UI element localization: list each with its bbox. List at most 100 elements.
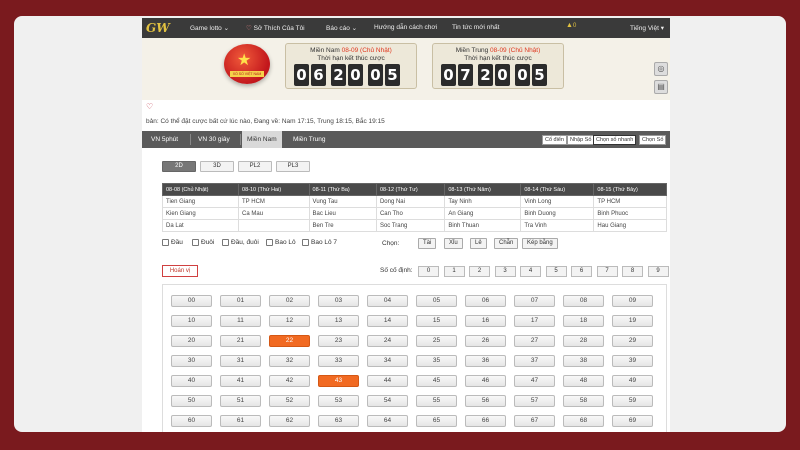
number-button[interactable]: 30 [171,355,212,367]
game-type-3d[interactable]: 3D [200,161,234,172]
so-co-dinh-button[interactable]: 7 [596,266,618,277]
number-button[interactable]: 61 [220,415,261,427]
nav-reports[interactable]: Báo cáo ⌄ [326,24,357,32]
number-button[interactable]: 09 [612,295,653,307]
logo[interactable]: GW [146,21,178,35]
number-button[interactable]: 49 [612,375,653,387]
option-dau-duoi[interactable]: Đầu, đuôi [222,239,259,246]
globe-icon[interactable]: ◎ [654,62,668,76]
number-button[interactable]: 06 [465,295,506,307]
number-button[interactable]: 28 [563,335,604,347]
number-button[interactable]: 18 [563,315,604,327]
number-button[interactable]: 44 [367,375,408,387]
number-button[interactable]: 36 [465,355,506,367]
checkbox[interactable] [162,239,169,246]
checkbox[interactable] [192,239,199,246]
chon-tai-button[interactable]: Tài [418,238,437,249]
favorite-heart-icon[interactable]: ♡ [146,102,153,111]
number-button[interactable]: 15 [416,315,457,327]
so-co-dinh-button[interactable]: 5 [545,266,567,277]
classic-mode-button[interactable]: Cổ điển [542,135,567,145]
number-button[interactable]: 05 [416,295,457,307]
nav-news[interactable]: Tin tức mới nhất [452,24,499,31]
tab-mien-trung[interactable]: Miền Trung [288,131,331,148]
number-button[interactable]: 04 [367,295,408,307]
number-button[interactable]: 48 [563,375,604,387]
chon-le-button[interactable]: Lẻ [470,238,487,249]
number-button[interactable]: 25 [416,335,457,347]
checkbox[interactable] [302,239,309,246]
so-co-dinh-button[interactable]: 0 [418,266,439,277]
nav-game-lotto[interactable]: Game lotto ⌄ [190,24,229,32]
number-button[interactable]: 54 [367,395,408,407]
number-button[interactable]: 50 [171,395,212,407]
number-button[interactable]: 00 [171,295,212,307]
number-button[interactable]: 21 [220,335,261,347]
number-button[interactable]: 24 [367,335,408,347]
number-button[interactable]: 32 [269,355,310,367]
number-button[interactable]: 12 [269,315,310,327]
so-co-dinh-button[interactable]: 4 [520,266,541,277]
chon-xiu-button[interactable]: Xỉu [444,238,463,249]
bell-icon[interactable]: ▲0 [566,22,576,29]
chon-kep-bang-button[interactable]: Kép bằng [522,238,558,249]
number-button[interactable]: 62 [269,415,310,427]
number-button[interactable]: 59 [612,395,653,407]
number-button[interactable]: 01 [220,295,261,307]
number-button[interactable]: 10 [171,315,212,327]
number-button[interactable]: 38 [563,355,604,367]
chon-chan-button[interactable]: Chẵn [494,238,519,249]
number-button[interactable]: 13 [318,315,359,327]
number-button[interactable]: 56 [465,395,506,407]
number-button[interactable]: 39 [612,355,653,367]
number-button[interactable]: 17 [514,315,555,327]
number-button[interactable]: 43 [318,375,359,387]
number-button[interactable]: 58 [563,395,604,407]
option-duoi[interactable]: Đuôi [192,239,214,246]
number-button[interactable]: 29 [612,335,653,347]
option-bao-lo[interactable]: Bao Lô [266,239,296,246]
number-button[interactable]: 23 [318,335,359,347]
number-button[interactable]: 63 [318,415,359,427]
number-button[interactable]: 16 [465,315,506,327]
so-co-dinh-button[interactable]: 1 [443,266,465,277]
number-button[interactable]: 20 [171,335,212,347]
choose-number-button[interactable]: Chọn Số [639,135,667,145]
number-button[interactable]: 45 [416,375,457,387]
number-button[interactable]: 22 [269,335,310,347]
tab-mien-nam[interactable]: Miền Nam [242,131,282,148]
enter-number-button[interactable]: Nhập Số [567,135,595,145]
document-icon[interactable]: ▤ [654,80,668,94]
number-button[interactable]: 33 [318,355,359,367]
number-button[interactable]: 07 [514,295,555,307]
number-button[interactable]: 41 [220,375,261,387]
option-bao-lo-7[interactable]: Bao Lô 7 [302,239,337,246]
game-type-2d[interactable]: 2D [162,161,196,172]
quick-pick-button[interactable]: Chọn số nhanh [593,135,637,145]
number-button[interactable]: 47 [514,375,555,387]
number-button[interactable]: 55 [416,395,457,407]
number-button[interactable]: 66 [465,415,506,427]
tab-vn-30-giay[interactable]: VN 30 giây [193,131,235,148]
number-button[interactable]: 65 [416,415,457,427]
number-button[interactable]: 19 [612,315,653,327]
game-type-pl3[interactable]: PL3 [276,161,310,172]
number-button[interactable]: 08 [563,295,604,307]
number-button[interactable]: 27 [514,335,555,347]
number-button[interactable]: 40 [171,375,212,387]
number-button[interactable]: 51 [220,395,261,407]
number-button[interactable]: 60 [171,415,212,427]
number-button[interactable]: 31 [220,355,261,367]
number-button[interactable]: 02 [269,295,310,307]
number-button[interactable]: 52 [269,395,310,407]
number-button[interactable]: 34 [367,355,408,367]
so-co-dinh-button[interactable]: 8 [622,266,643,277]
number-button[interactable]: 53 [318,395,359,407]
checkbox[interactable] [222,239,229,246]
nav-favorites[interactable]: ♡ Sở Thích Của Tôi [246,24,305,32]
so-co-dinh-button[interactable]: 3 [494,266,516,277]
number-button[interactable]: 37 [514,355,555,367]
number-button[interactable]: 03 [318,295,359,307]
number-button[interactable]: 26 [465,335,506,347]
so-co-dinh-button[interactable]: 9 [647,266,669,277]
